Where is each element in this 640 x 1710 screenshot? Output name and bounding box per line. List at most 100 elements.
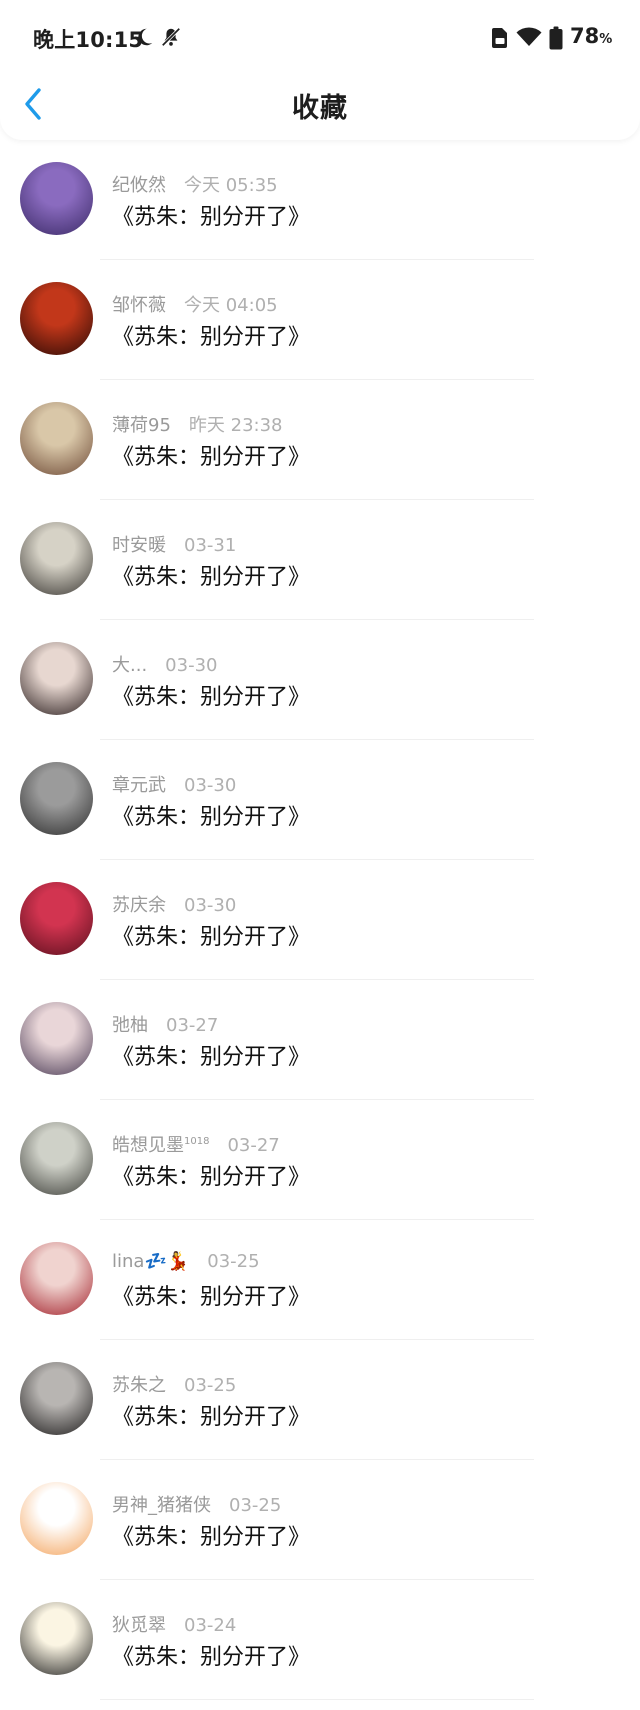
- avatar[interactable]: [20, 762, 93, 835]
- favorite-title[interactable]: 《苏朱：别分开了》: [112, 439, 310, 471]
- item-meta: 薄荷95 昨天 23:38: [112, 411, 283, 437]
- user-name-text: 皓想见墨: [112, 1135, 184, 1156]
- user-name[interactable]: 狄觅翠: [112, 1611, 166, 1637]
- avatar[interactable]: [20, 642, 93, 715]
- favorite-title[interactable]: 《苏朱：别分开了》: [112, 1279, 310, 1311]
- favorite-title[interactable]: 《苏朱：别分开了》: [112, 679, 310, 711]
- timestamp: 03-25: [207, 1251, 260, 1272]
- favorites-list: 纪攸然 今天 05:35 《苏朱：别分开了》 邹怀薇 今天 04:05 《苏朱：别分开了》…: [0, 150, 640, 1710]
- favorite-title[interactable]: 《苏朱：别分开了》: [112, 1399, 310, 1431]
- status-time: 晚上10:15: [33, 28, 144, 52]
- battery-icon: [549, 26, 563, 50]
- battery-level: 78%: [570, 24, 612, 48]
- user-name[interactable]: 皓想见墨1018: [112, 1131, 209, 1157]
- divider: [100, 1459, 534, 1460]
- item-meta: 章元武 03-30: [112, 771, 236, 797]
- divider: [100, 739, 534, 740]
- item-meta: 弛柚 03-27: [112, 1011, 218, 1037]
- favorite-title[interactable]: 《苏朱：别分开了》: [112, 199, 310, 231]
- item-meta: 苏庆余 03-30: [112, 891, 236, 917]
- timestamp: 03-30: [184, 895, 237, 916]
- avatar[interactable]: [20, 162, 93, 235]
- list-item[interactable]: 苏庆余 03-30 《苏朱：别分开了》: [0, 870, 640, 990]
- user-name[interactable]: 邹怀薇: [112, 291, 166, 317]
- user-name-text: 弛柚: [112, 1015, 148, 1036]
- user-name[interactable]: lina💤💃: [112, 1251, 189, 1272]
- favorite-title[interactable]: 《苏朱：别分开了》: [112, 799, 310, 831]
- list-item[interactable]: 皓想见墨1018 03-27 《苏朱：别分开了》: [0, 1110, 640, 1230]
- user-name-text: 薄荷95: [112, 415, 171, 436]
- timestamp: 03-25: [229, 1495, 282, 1516]
- item-meta: 狄觅翠 03-24: [112, 1611, 236, 1637]
- item-meta: 男神_猪猪侠 03-25: [112, 1491, 281, 1517]
- user-name[interactable]: 纪攸然: [112, 171, 166, 197]
- avatar[interactable]: [20, 1242, 93, 1315]
- list-item[interactable]: 狄觅翠 03-24 《苏朱：别分开了》: [0, 1590, 640, 1710]
- timestamp: 03-25: [184, 1375, 237, 1396]
- favorite-title[interactable]: 《苏朱：别分开了》: [112, 319, 310, 351]
- favorite-title[interactable]: 《苏朱：别分开了》: [112, 919, 310, 951]
- avatar[interactable]: [20, 1602, 93, 1675]
- list-item[interactable]: 苏朱之 03-25 《苏朱：别分开了》: [0, 1350, 640, 1470]
- user-name[interactable]: 苏庆余: [112, 891, 166, 917]
- divider: [100, 859, 534, 860]
- item-meta: 皓想见墨1018 03-27: [112, 1131, 280, 1157]
- timestamp: 今天 04:05: [184, 295, 278, 316]
- avatar[interactable]: [20, 1122, 93, 1195]
- favorite-title[interactable]: 《苏朱：别分开了》: [112, 1039, 310, 1071]
- divider: [100, 259, 534, 260]
- avatar[interactable]: [20, 522, 93, 595]
- avatar[interactable]: [20, 282, 93, 355]
- avatar[interactable]: [20, 1362, 93, 1435]
- list-item[interactable]: 纪攸然 今天 05:35 《苏朱：别分开了》: [0, 150, 640, 270]
- list-item[interactable]: 男神_猪猪侠 03-25 《苏朱：别分开了》: [0, 1470, 640, 1590]
- user-name[interactable]: 大...: [112, 651, 147, 677]
- list-item[interactable]: 章元武 03-30 《苏朱：别分开了》: [0, 750, 640, 870]
- item-meta: 大... 03-30: [112, 651, 217, 677]
- user-name-badge: 1018: [184, 1136, 210, 1147]
- divider: [100, 619, 534, 620]
- user-name[interactable]: 薄荷95: [112, 411, 171, 437]
- list-item[interactable]: 大... 03-30 《苏朱：别分开了》: [0, 630, 640, 750]
- list-item[interactable]: 邹怀薇 今天 04:05 《苏朱：别分开了》: [0, 270, 640, 390]
- user-name[interactable]: 章元武: [112, 771, 166, 797]
- user-name-text: 男神_猪猪侠: [112, 1495, 211, 1516]
- moon-icon: [138, 28, 153, 46]
- avatar[interactable]: [20, 402, 93, 475]
- bell-off-icon: [161, 27, 181, 47]
- divider: [100, 1339, 534, 1340]
- user-name-text: 大...: [112, 655, 148, 676]
- item-meta: 苏朱之 03-25: [112, 1371, 236, 1397]
- timestamp: 03-27: [166, 1015, 219, 1036]
- favorite-title[interactable]: 《苏朱：别分开了》: [112, 1159, 310, 1191]
- battery-unit: %: [599, 32, 613, 47]
- list-item[interactable]: 时安暖 03-31 《苏朱：别分开了》: [0, 510, 640, 630]
- divider: [100, 1579, 534, 1580]
- divider: [100, 379, 534, 380]
- list-item[interactable]: 弛柚 03-27 《苏朱：别分开了》: [0, 990, 640, 1110]
- favorite-title[interactable]: 《苏朱：别分开了》: [112, 559, 310, 591]
- favorite-title[interactable]: 《苏朱：别分开了》: [112, 1519, 310, 1551]
- avatar[interactable]: [20, 1002, 93, 1075]
- divider: [100, 499, 534, 500]
- divider: [100, 1699, 534, 1700]
- user-name-text: 时安暖: [112, 535, 166, 556]
- timestamp: 昨天 23:38: [188, 415, 283, 436]
- timestamp: 今天 05:35: [184, 175, 278, 196]
- user-name[interactable]: 男神_猪猪侠: [112, 1491, 211, 1517]
- list-item[interactable]: 薄荷95 昨天 23:38 《苏朱：别分开了》: [0, 390, 640, 510]
- item-meta: lina💤💃 03-25: [112, 1251, 260, 1272]
- avatar[interactable]: [20, 882, 93, 955]
- user-name-text: 章元武: [112, 775, 166, 796]
- user-name[interactable]: 苏朱之: [112, 1371, 166, 1397]
- avatar[interactable]: [20, 1482, 93, 1555]
- favorite-title[interactable]: 《苏朱：别分开了》: [112, 1639, 310, 1671]
- page-title: 收藏: [292, 93, 348, 124]
- list-item[interactable]: lina💤💃 03-25 《苏朱：别分开了》: [0, 1230, 640, 1350]
- timestamp: 03-30: [184, 775, 237, 796]
- user-name[interactable]: 弛柚: [112, 1011, 148, 1037]
- user-name-text: 纪攸然: [112, 175, 166, 196]
- item-meta: 纪攸然 今天 05:35: [112, 171, 278, 197]
- user-name[interactable]: 时安暖: [112, 531, 166, 557]
- user-name-text: lina💤💃: [112, 1251, 190, 1272]
